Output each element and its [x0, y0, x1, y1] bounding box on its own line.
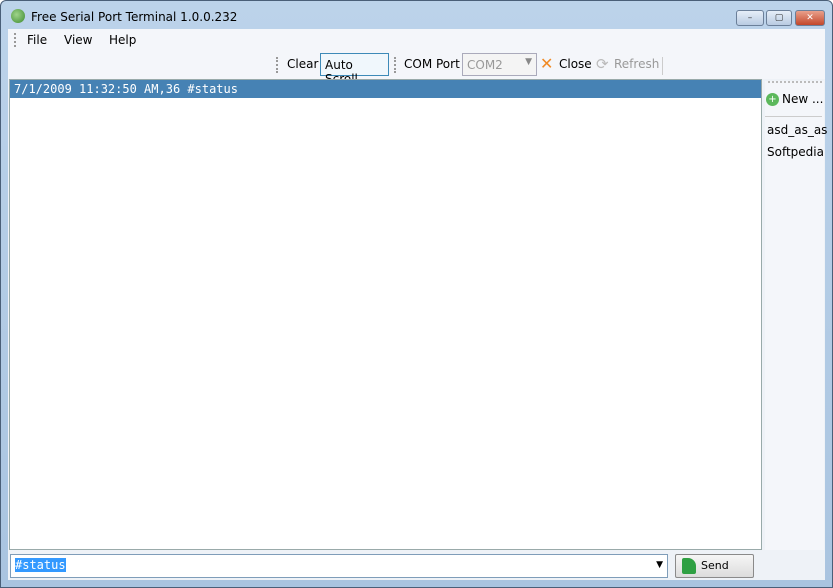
client-area: File View Help Clear Auto Scroll COM Por…	[8, 29, 827, 580]
close-x-icon: ✕	[540, 54, 554, 73]
menu-bar: File View Help	[8, 29, 825, 51]
chevron-down-icon: ▼	[525, 57, 532, 67]
minimize-button[interactable]: –	[736, 10, 764, 26]
toolbar-divider	[662, 57, 663, 75]
send-label: Send	[701, 559, 729, 572]
send-button[interactable]: Send	[675, 554, 754, 578]
window-title: Free Serial Port Terminal 1.0.0.232	[31, 10, 238, 24]
close-port-button[interactable]: Close	[559, 57, 592, 71]
sidebar-divider	[765, 116, 822, 117]
command-sidebar: + New ... asd_as_as Softpedia	[765, 81, 827, 550]
maximize-button[interactable]: ▢	[766, 10, 792, 26]
send-arrow-icon	[682, 558, 696, 574]
plus-icon: +	[766, 93, 779, 106]
toolbar-separator	[394, 57, 396, 73]
send-bar: #status ▼ Send	[8, 550, 825, 580]
menu-help[interactable]: Help	[109, 33, 136, 47]
sidebar-item[interactable]: Softpedia	[767, 145, 824, 159]
command-input[interactable]: #status ▼	[10, 554, 668, 578]
refresh-button[interactable]: Refresh	[614, 57, 659, 71]
new-command-button[interactable]: New ...	[782, 92, 823, 106]
toolbar: Clear Auto Scroll COM Port COM2 ▼ ✕ Close…	[8, 51, 825, 86]
log-line[interactable]: 7/1/2009 11:32:50 AM,36 #status	[10, 80, 761, 98]
menu-grip	[14, 33, 16, 47]
com-port-select[interactable]: COM2 ▼	[462, 53, 537, 76]
chevron-down-icon[interactable]: ▼	[656, 560, 663, 570]
title-bar: Free Serial Port Terminal 1.0.0.232 – ▢ …	[1, 1, 832, 29]
sidebar-grip	[768, 81, 822, 83]
auto-scroll-button[interactable]: Auto Scroll	[320, 53, 389, 86]
menu-file[interactable]: File	[27, 33, 47, 47]
com-port-label: COM Port	[404, 57, 460, 71]
clear-button[interactable]: Clear	[287, 57, 318, 71]
refresh-icon: ⟳	[596, 55, 609, 73]
com-port-value: COM2	[467, 58, 503, 72]
app-icon	[11, 9, 25, 23]
command-input-value: #status	[15, 558, 66, 572]
main-window: Free Serial Port Terminal 1.0.0.232 – ▢ …	[0, 0, 833, 588]
toolbar-grip	[276, 57, 278, 73]
sidebar-item[interactable]: asd_as_as	[767, 123, 827, 137]
close-window-button[interactable]: ✕	[795, 10, 825, 26]
terminal-log[interactable]: 7/1/2009 11:32:50 AM,36 #status	[9, 79, 762, 550]
menu-view[interactable]: View	[64, 33, 92, 47]
